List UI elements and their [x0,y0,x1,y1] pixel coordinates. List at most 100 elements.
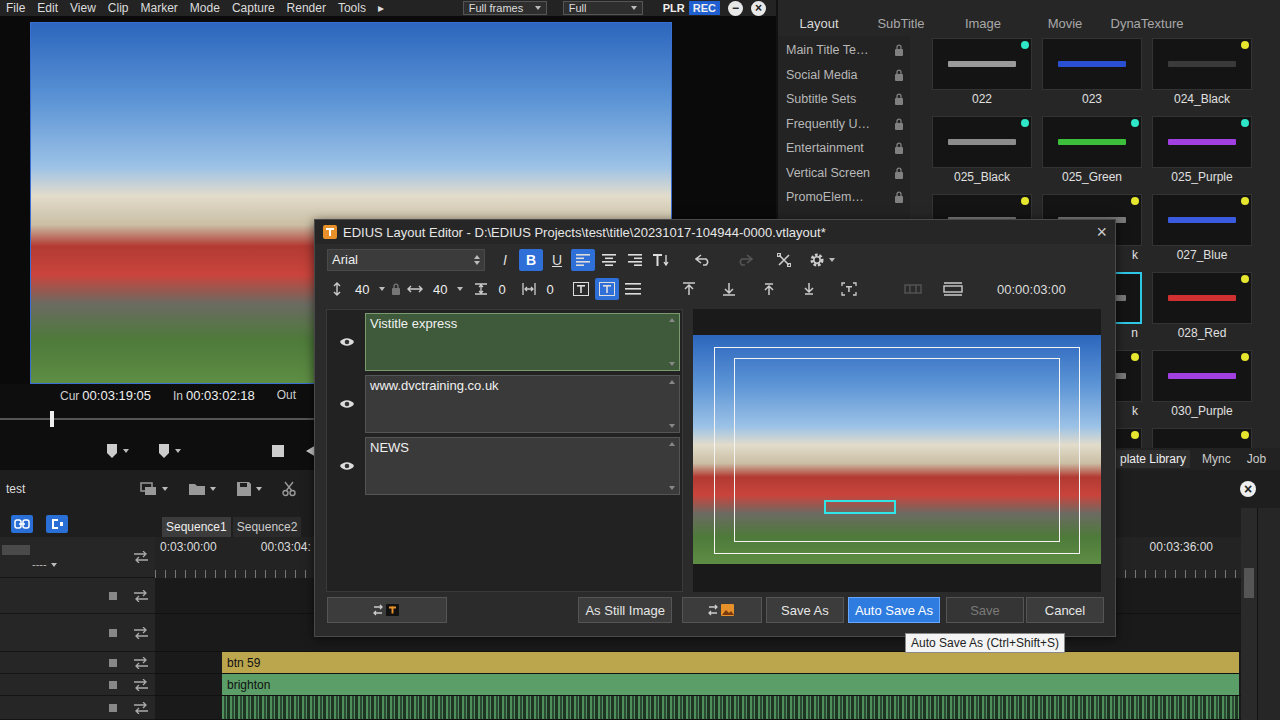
library-tab[interactable]: Movie [1024,16,1106,31]
template-item[interactable]: 023 [1042,38,1142,108]
menu-item[interactable]: ▸ [372,1,390,15]
stop-button[interactable] [271,444,285,458]
to-title-button[interactable] [327,597,447,623]
track-toggle-icon[interactable] [108,703,118,713]
library-tab[interactable]: SubTitle [860,16,942,31]
timeline-clip[interactable]: brighton [222,674,1239,695]
close-button[interactable]: × [1096,222,1107,243]
track-select[interactable]: ---- [2,558,57,570]
cut-button[interactable] [282,481,296,497]
save-button[interactable] [236,481,262,497]
mark-in-button[interactable] [105,443,129,459]
category-item[interactable]: Main Title Te… [786,38,910,63]
menu-item[interactable]: Render [281,1,332,15]
zoom-box[interactable] [2,545,30,555]
dialog-button[interactable]: Save As [766,597,844,623]
direction-button[interactable] [595,278,619,300]
selection-box[interactable] [824,500,896,514]
visibility-toggle[interactable] [329,313,365,371]
swap-icon[interactable] [133,590,149,602]
template-item[interactable]: 025_Purple [1152,116,1252,186]
library-tab[interactable]: Layout [778,16,860,31]
bottom-tab[interactable]: plate Library [1116,450,1190,468]
template-item[interactable]: 025_Green [1042,116,1142,186]
library-tab[interactable]: Image [942,16,1024,31]
track-toggle-icon[interactable] [108,591,118,601]
track-toggle-icon[interactable] [108,628,118,638]
direction-button[interactable] [569,278,593,300]
view-dropdown[interactable]: Full frames [463,1,547,15]
size-field[interactable]: 40 [423,279,467,299]
layer-text-field[interactable]: Vistitle express [365,313,680,371]
library-tab[interactable]: DynaTexture [1106,16,1188,31]
layers-button[interactable] [140,481,168,497]
duration-timecode[interactable]: 00:00:03:00 [997,282,1066,297]
text-frame-button[interactable] [837,278,861,300]
dialog-button[interactable]: As Still Image [578,597,671,623]
clear-button[interactable] [772,249,796,271]
paragraph-button[interactable] [621,278,645,300]
template-item[interactable]: 022 [932,38,1032,108]
swap-icon[interactable] [133,551,149,563]
align-button[interactable] [597,249,621,271]
arrange-top-button[interactable] [677,278,701,300]
category-item[interactable]: Entertainment [786,136,910,161]
bottom-tab[interactable]: Job [1243,450,1270,468]
menu-item[interactable]: Tools [332,1,372,15]
to-image-button[interactable] [682,597,762,623]
style-button[interactable]: I [493,249,517,271]
font-select[interactable]: Arial [327,249,485,271]
text-fit-button[interactable] [649,249,673,271]
swap-icon[interactable] [133,702,149,714]
menu-item[interactable]: Marker [135,1,184,15]
visibility-toggle[interactable] [329,375,365,433]
mark-out-button[interactable] [157,443,181,459]
link-button[interactable] [11,515,33,533]
visibility-toggle[interactable] [329,437,365,495]
scroll-thumb[interactable] [1244,568,1254,598]
size-field[interactable]: 40 [345,279,389,299]
dialog-button[interactable]: Auto Save As [848,597,940,623]
audio-waveform[interactable] [222,696,1239,719]
window-button[interactable]: − [728,1,743,16]
mode-button[interactable]: REC [689,1,720,15]
layer-scrollbar[interactable] [665,378,679,430]
layer-item[interactable]: NEWS [329,437,680,495]
layer-scrollbar[interactable] [665,316,679,368]
close-button[interactable]: × [1240,481,1256,497]
template-item[interactable] [1152,428,1252,448]
category-item[interactable]: Social Media [786,63,910,88]
track-toggle-icon[interactable] [108,680,118,690]
scrub-handle[interactable] [50,411,54,427]
layer-scrollbar[interactable] [665,440,679,492]
history-button[interactable] [692,249,716,271]
style-button[interactable]: B [519,249,543,271]
spacing-field[interactable]: 0 [537,279,563,299]
style-button[interactable]: U [545,249,569,271]
template-item[interactable]: 024_Black [1152,38,1252,108]
menu-item[interactable]: Edit [31,1,64,15]
layer-text-field[interactable]: NEWS [365,437,680,495]
send-backward-button[interactable] [797,278,821,300]
menu-item[interactable]: Clip [102,1,135,15]
category-item[interactable]: Vertical Screen [786,161,910,186]
distribute-button[interactable] [941,278,965,300]
sequence-tab[interactable]: Sequence1 [162,517,231,537]
settings-button[interactable] [806,249,838,271]
menu-item[interactable]: View [64,1,102,15]
align-button[interactable] [623,249,647,271]
menu-item[interactable]: Capture [226,1,281,15]
vertical-scrollbar[interactable] [1241,508,1257,720]
timeline-clip[interactable]: btn 59 [222,652,1239,673]
bring-forward-button[interactable] [757,278,781,300]
window-button[interactable]: × [751,1,766,16]
track-toggle-icon[interactable] [108,658,118,668]
align-button[interactable] [571,249,595,271]
view-dropdown[interactable]: Full [563,1,643,15]
sequence-tab[interactable]: Sequence2 [233,517,302,537]
bottom-tab[interactable]: Mync [1198,450,1235,468]
snap-button[interactable] [46,515,68,533]
category-item[interactable]: Frequently U… [786,112,910,137]
template-item[interactable]: 025_Black [932,116,1032,186]
swap-icon[interactable] [133,657,149,669]
